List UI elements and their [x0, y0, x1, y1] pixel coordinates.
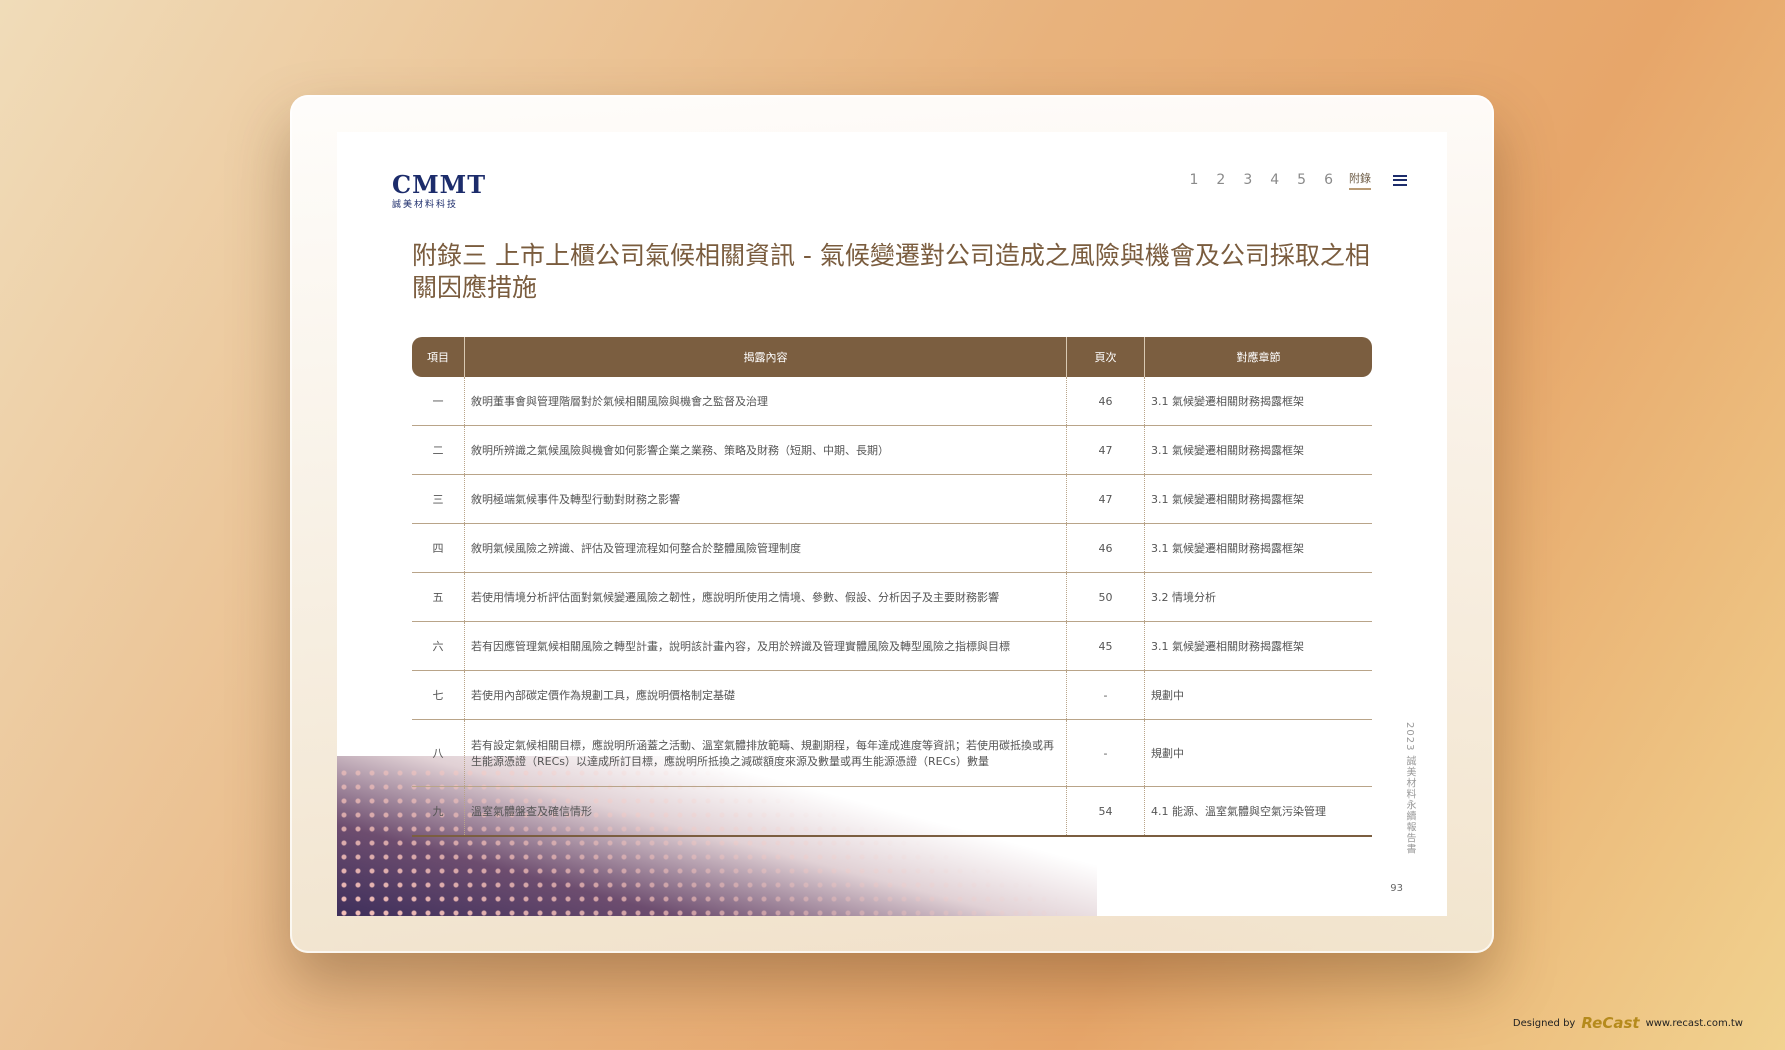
row-content: 敘明董事會與管理階層對於氣候相關風險與機會之監督及治理 [464, 377, 1067, 426]
row-item: 八 [412, 719, 465, 787]
row-page: 45 [1066, 621, 1145, 671]
row-section: 3.1 氣候變遷相關財務揭露框架 [1144, 621, 1372, 671]
header-page: 頁次 [1066, 337, 1145, 377]
row-item: 四 [412, 523, 465, 573]
header-item: 項目 [412, 337, 465, 377]
row-section: 規劃中 [1144, 670, 1372, 720]
nav-item-3[interactable]: 3 [1241, 172, 1254, 188]
nav-item-appendix[interactable]: 附錄 [1349, 170, 1371, 190]
row-section: 規劃中 [1144, 719, 1372, 787]
logo-text: CMMT [392, 170, 487, 199]
row-section: 3.1 氣候變遷相關財務揭露框架 [1144, 425, 1372, 475]
row-content: 敘明所辨識之氣候風險與機會如何影響企業之業務、策略及財務（短期、中期、長期） [464, 425, 1067, 475]
nav-item-2[interactable]: 2 [1214, 172, 1227, 188]
disclosure-table: 項目 揭露內容 頁次 對應章節 一 敘明董事會與管理階層對於氣候相關風險與機會之… [412, 337, 1372, 837]
table-row: 四 敘明氣候風險之辨識、評估及管理流程如何整合於整體風險管理制度 46 3.1 … [412, 523, 1372, 573]
table-row: 七 若使用內部碳定價作為規劃工具，應說明價格制定基礎 - 規劃中 [412, 670, 1372, 720]
table-row: 三 敘明極端氣候事件及轉型行動對財務之影響 47 3.1 氣候變遷相關財務揭露框… [412, 474, 1372, 524]
table-row: 二 敘明所辨識之氣候風險與機會如何影響企業之業務、策略及財務（短期、中期、長期）… [412, 425, 1372, 475]
menu-icon[interactable] [1393, 174, 1407, 186]
row-page: - [1066, 719, 1145, 787]
nav-item-5[interactable]: 5 [1295, 172, 1308, 188]
row-page: 50 [1066, 572, 1145, 622]
row-content: 若使用情境分析評估面對氣候變遷風險之韌性，應說明所使用之情境、參數、假設、分析因… [464, 572, 1067, 622]
row-content: 敘明極端氣候事件及轉型行動對財務之影響 [464, 474, 1067, 524]
row-item: 六 [412, 621, 465, 671]
row-content: 溫室氣體盤查及確信情形 [464, 786, 1067, 837]
header-content: 揭露內容 [464, 337, 1067, 377]
row-section: 3.1 氣候變遷相關財務揭露框架 [1144, 474, 1372, 524]
page-number: 93 [1390, 883, 1403, 894]
row-page: 47 [1066, 474, 1145, 524]
row-item: 五 [412, 572, 465, 622]
credit-url[interactable]: www.recast.com.tw [1646, 1018, 1743, 1029]
table-row: 六 若有因應管理氣候相關風險之轉型計畫，說明該計畫內容，及用於辨識及管理實體風險… [412, 621, 1372, 671]
row-item: 九 [412, 786, 465, 837]
row-content: 若有設定氣候相關目標，應說明所涵蓋之活動、溫室氣體排放範疇、規劃期程，每年達成進… [464, 719, 1067, 787]
chapter-nav: 1 2 3 4 5 6 附錄 [1187, 170, 1407, 190]
row-page: 54 [1066, 786, 1145, 837]
row-content: 若使用內部碳定價作為規劃工具，應說明價格制定基礎 [464, 670, 1067, 720]
row-item: 三 [412, 474, 465, 524]
row-page: 46 [1066, 523, 1145, 573]
row-page: - [1066, 670, 1145, 720]
table-row: 九 溫室氣體盤查及確信情形 54 4.1 能源、溫室氣體與空氣污染管理 [412, 786, 1372, 837]
report-side-label: 2023 誠美材料永續報告書 [1404, 722, 1415, 855]
designer-credit: Designed by ReCast www.recast.com.tw [1513, 1014, 1743, 1032]
row-section: 3.1 氣候變遷相關財務揭露框架 [1144, 523, 1372, 573]
row-section: 3.2 情境分析 [1144, 572, 1372, 622]
row-section: 4.1 能源、溫室氣體與空氣污染管理 [1144, 786, 1372, 837]
report-page: CMMT 誠美材料科技 1 2 3 4 5 6 附錄 附錄三 上市上櫃公司氣候相… [337, 132, 1447, 916]
row-item: 七 [412, 670, 465, 720]
row-section: 3.1 氣候變遷相關財務揭露框架 [1144, 377, 1372, 426]
nav-item-1[interactable]: 1 [1187, 172, 1200, 188]
recast-logo: ReCast [1581, 1014, 1640, 1032]
credit-prefix: Designed by [1512, 1017, 1576, 1029]
row-content: 敘明氣候風險之辨識、評估及管理流程如何整合於整體風險管理制度 [464, 523, 1067, 573]
table-row: 八 若有設定氣候相關目標，應說明所涵蓋之活動、溫室氣體排放範疇、規劃期程，每年達… [412, 719, 1372, 787]
row-item: 一 [412, 377, 465, 426]
row-item: 二 [412, 425, 465, 475]
page-title: 附錄三 上市上櫃公司氣候相關資訊 - 氣候變遷對公司造成之風險與機會及公司採取之… [412, 241, 1370, 302]
row-page: 46 [1066, 377, 1145, 426]
row-page: 47 [1066, 425, 1145, 475]
company-logo[interactable]: CMMT 誠美材料科技 [392, 170, 486, 210]
table-row: 五 若使用情境分析評估面對氣候變遷風險之韌性，應說明所使用之情境、參數、假設、分… [412, 572, 1372, 622]
nav-item-4[interactable]: 4 [1268, 172, 1281, 188]
row-content: 若有因應管理氣候相關風險之轉型計畫，說明該計畫內容，及用於辨識及管理實體風險及轉… [464, 621, 1067, 671]
nav-item-6[interactable]: 6 [1322, 172, 1335, 188]
header-section: 對應章節 [1144, 337, 1372, 377]
table-row: 一 敘明董事會與管理階層對於氣候相關風險與機會之監督及治理 46 3.1 氣候變… [412, 377, 1372, 426]
